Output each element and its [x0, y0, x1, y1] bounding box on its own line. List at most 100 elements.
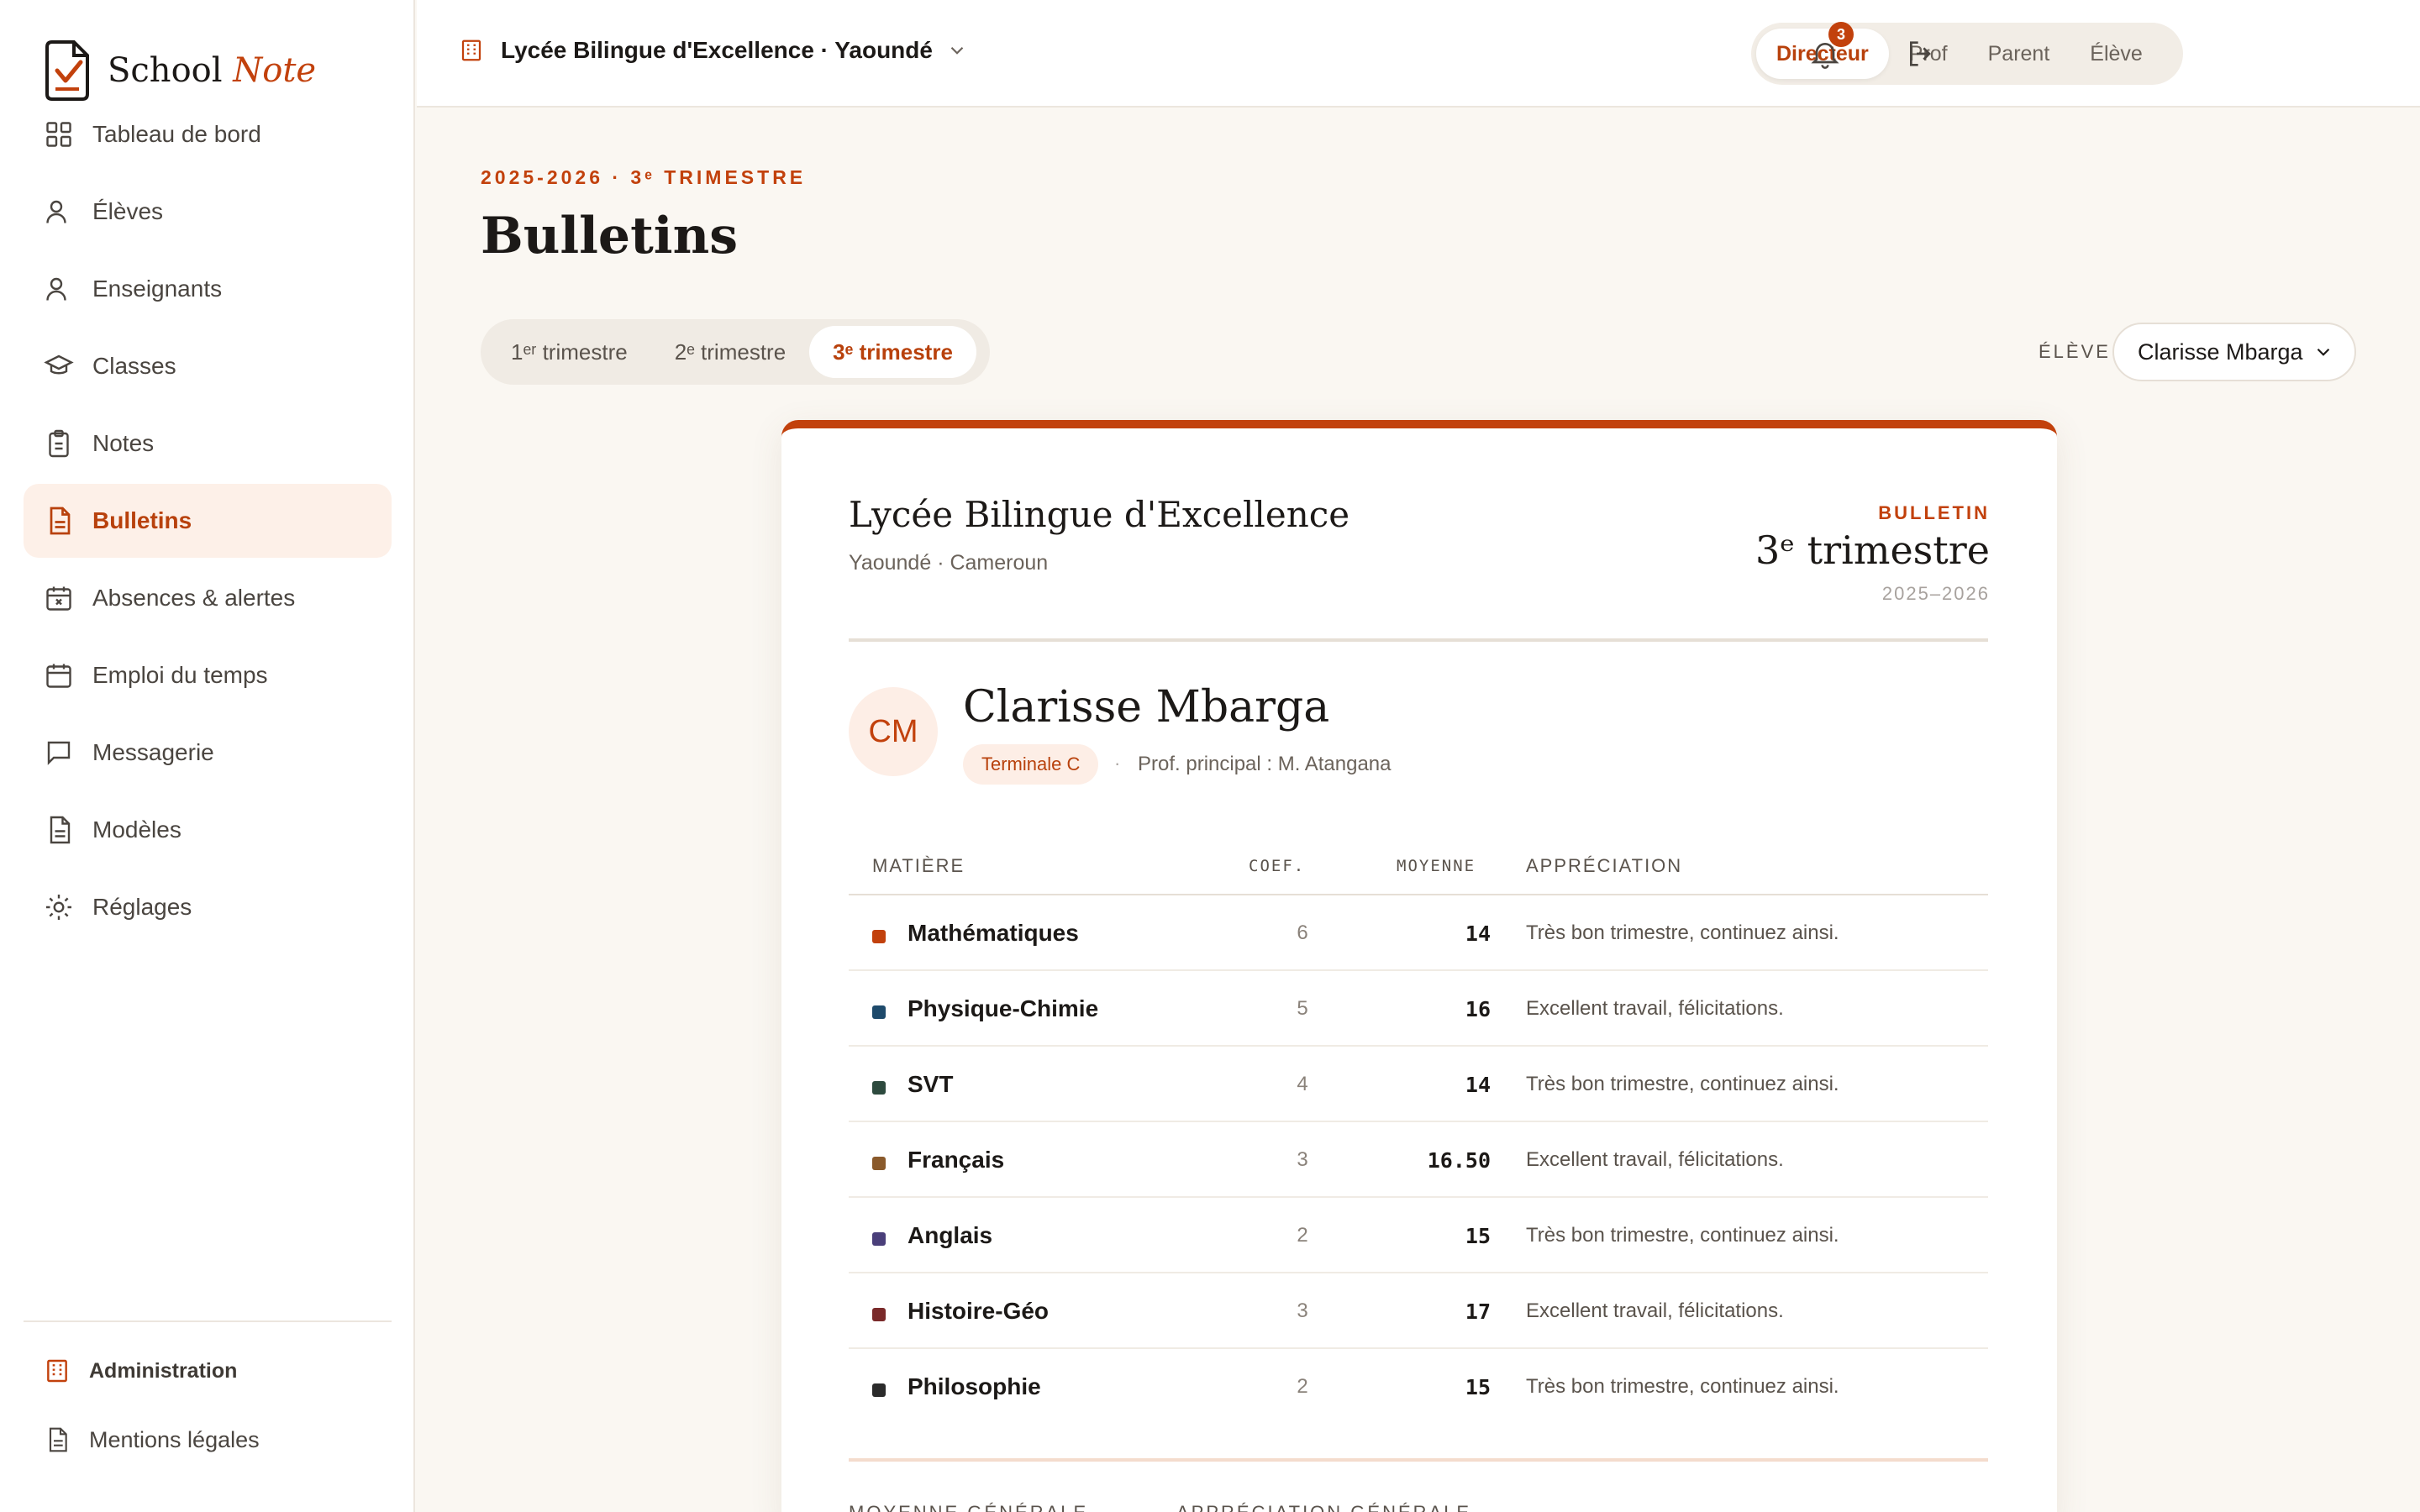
subject-name: Histoire-Géo: [908, 1298, 1050, 1324]
subject-average: 15: [1465, 1374, 1491, 1399]
sidebar-item-label: Modèles: [92, 816, 182, 843]
sidebar-item-label: Emploi du temps: [92, 662, 268, 688]
sun-gear-icon: [46, 895, 71, 920]
avatar: CM: [849, 687, 938, 776]
sidebar-item-administration[interactable]: Administration: [44, 1357, 237, 1384]
topbar: Lycée Bilingue d'Excellence · Yaoundé Di…: [417, 0, 2420, 108]
student-select[interactable]: Clarisse Mbarga: [2112, 323, 2356, 381]
notification-badge: 3: [1828, 22, 1854, 47]
graduation-cap-icon: [44, 354, 74, 375]
table-row: Mathématiques 6 14 Très bon trimestre, c…: [849, 895, 1988, 971]
subject-color-dot: [872, 1157, 886, 1170]
chevron-down-icon: [950, 46, 964, 55]
subject-name: Physique-Chimie: [908, 995, 1099, 1021]
logout-icon[interactable]: [1904, 37, 1938, 71]
card-school-name: Lycée Bilingue d'Excellence: [849, 494, 1350, 535]
sidebar-item-label: Absences & alertes: [92, 585, 296, 611]
document-icon: [49, 1427, 67, 1452]
subject-color-dot: [872, 930, 886, 943]
subject-average: 16.50: [1427, 1147, 1491, 1173]
subject-average: 14: [1465, 921, 1491, 946]
chevron-down-icon: [2317, 348, 2330, 356]
clipboard-icon: [49, 429, 69, 458]
document-icon: [50, 816, 71, 844]
card-term: 3ᵉ trimestre: [1754, 528, 1990, 573]
table-row: SVT 4 14 Très bon trimestre, continuez a…: [849, 1047, 1988, 1122]
subject-name: Français: [908, 1147, 1005, 1173]
subject-appreciation: Très bon trimestre, continuez ainsi.: [1526, 1375, 1839, 1398]
sidebar-item-enseignants[interactable]: Enseignants: [24, 252, 392, 326]
logo-document-check-icon: [45, 40, 89, 101]
sidebar-item-modeles[interactable]: Modèles: [24, 793, 392, 867]
sidebar-item-mentions-legales[interactable]: Mentions légales: [44, 1426, 260, 1453]
subject-coef: 5: [1297, 997, 1308, 1020]
card-year: 2025–2026: [1881, 583, 1990, 604]
sidebar-item-label: Tableau de bord: [92, 121, 261, 147]
page-title: Bulletins: [481, 207, 739, 265]
sidebar-item-tableau-de-bord[interactable]: Tableau de bord: [24, 97, 392, 171]
calendar-x-icon: [46, 586, 71, 611]
subject-appreciation: Excellent travail, félicitations.: [1526, 997, 1784, 1020]
subject-color-dot: [872, 1308, 886, 1321]
grid-icon: [46, 122, 71, 147]
term-tabs: 1ᵉʳ trimestre 2ᵉ trimestre 3ᵉ trimestre: [481, 319, 990, 385]
role-parent[interactable]: Parent: [1968, 29, 2070, 79]
sidebar-item-label: Classes: [92, 353, 176, 379]
summary-divider: [849, 1458, 1988, 1462]
table-row: Physique-Chimie 5 16 Excellent travail, …: [849, 971, 1988, 1047]
subject-color-dot: [872, 1005, 886, 1019]
table-row: Anglais 2 15 Très bon trimestre, continu…: [849, 1198, 1988, 1273]
student-name: Clarisse Mbarga: [963, 682, 1330, 732]
subject-appreciation: Très bon trimestre, continuez ainsi.: [1526, 1073, 1839, 1095]
sidebar-item-label: Notes: [92, 430, 155, 456]
sidebar-item-messagerie[interactable]: Messagerie: [24, 716, 392, 790]
role-eleve[interactable]: Élève: [2070, 29, 2163, 79]
calendar-icon: [46, 664, 71, 688]
table-row: Philosophie 2 15 Très bon trimestre, con…: [849, 1349, 1988, 1425]
report-card: Lycée Bilingue d'Excellence Yaoundé · Ca…: [781, 420, 2057, 1512]
subject-appreciation: Excellent travail, félicitations.: [1526, 1299, 1784, 1322]
sidebar-item-classes[interactable]: Classes: [24, 329, 392, 403]
class-badge: Terminale C: [963, 744, 1099, 785]
subject-average: 16: [1465, 996, 1491, 1021]
main-teacher: Prof. principal : M. Atangana: [1138, 753, 1392, 775]
app-name: School Note: [108, 51, 317, 90]
col-appreciation: APPRÉCIATION: [1526, 855, 1683, 876]
grades-table-header: MATIÈRE COEF. MOYENNE APPRÉCIATION: [849, 837, 1988, 895]
logo[interactable]: School Note: [44, 39, 316, 102]
sidebar-item-bulletins[interactable]: Bulletins: [24, 484, 392, 558]
school-selector[interactable]: Lycée Bilingue d'Excellence · Yaoundé: [459, 37, 968, 64]
subject-coef: 2: [1297, 1375, 1308, 1398]
user-icon: [46, 277, 66, 301]
divider: [849, 638, 1988, 642]
sidebar-item-emploi-du-temps[interactable]: Emploi du temps: [24, 638, 392, 712]
general-appreciation-label: APPRÉCIATION GÉNÉRALE: [1176, 1502, 1471, 1512]
sidebar-item-notes[interactable]: Notes: [24, 407, 392, 480]
sidebar-item-eleves[interactable]: Élèves: [24, 175, 392, 249]
document-icon: [50, 507, 71, 535]
sidebar: School Note Tableau de bord Élèves Ensei…: [0, 0, 415, 1512]
sidebar-item-label: Mentions légales: [89, 1426, 260, 1452]
table-row: Histoire-Géo 3 17 Excellent travail, fél…: [849, 1273, 1988, 1349]
period-eyebrow: 2025-2026 · 3ᵉ TRIMESTRE: [481, 166, 807, 188]
user-icon: [46, 200, 66, 223]
sidebar-item-label: Administration: [89, 1358, 238, 1383]
subject-coef: 6: [1297, 921, 1308, 944]
sidebar-item-absences[interactable]: Absences & alertes: [24, 561, 392, 635]
table-row: Français 3 16.50 Excellent travail, féli…: [849, 1122, 1988, 1198]
sidebar-item-label: Élèves: [92, 198, 164, 224]
subject-name: Anglais: [908, 1222, 993, 1248]
subject-name: Mathématiques: [908, 920, 1079, 946]
subject-average: 17: [1465, 1299, 1491, 1324]
subject-name: Philosophie: [908, 1373, 1041, 1399]
message-icon: [47, 741, 71, 765]
subject-coef: 4: [1297, 1073, 1308, 1095]
col-average: MOYENNE: [1397, 857, 1476, 875]
tab-term-1[interactable]: 1ᵉʳ trimestre: [487, 326, 651, 378]
sidebar-item-reglages[interactable]: Réglages: [24, 870, 392, 944]
tab-term-3[interactable]: 3ᵉ trimestre: [809, 326, 976, 378]
card-kicker: BULLETIN: [1878, 502, 1990, 523]
sidebar-divider: [24, 1320, 392, 1322]
subject-color-dot: [872, 1383, 886, 1397]
tab-term-2[interactable]: 2ᵉ trimestre: [651, 326, 809, 378]
